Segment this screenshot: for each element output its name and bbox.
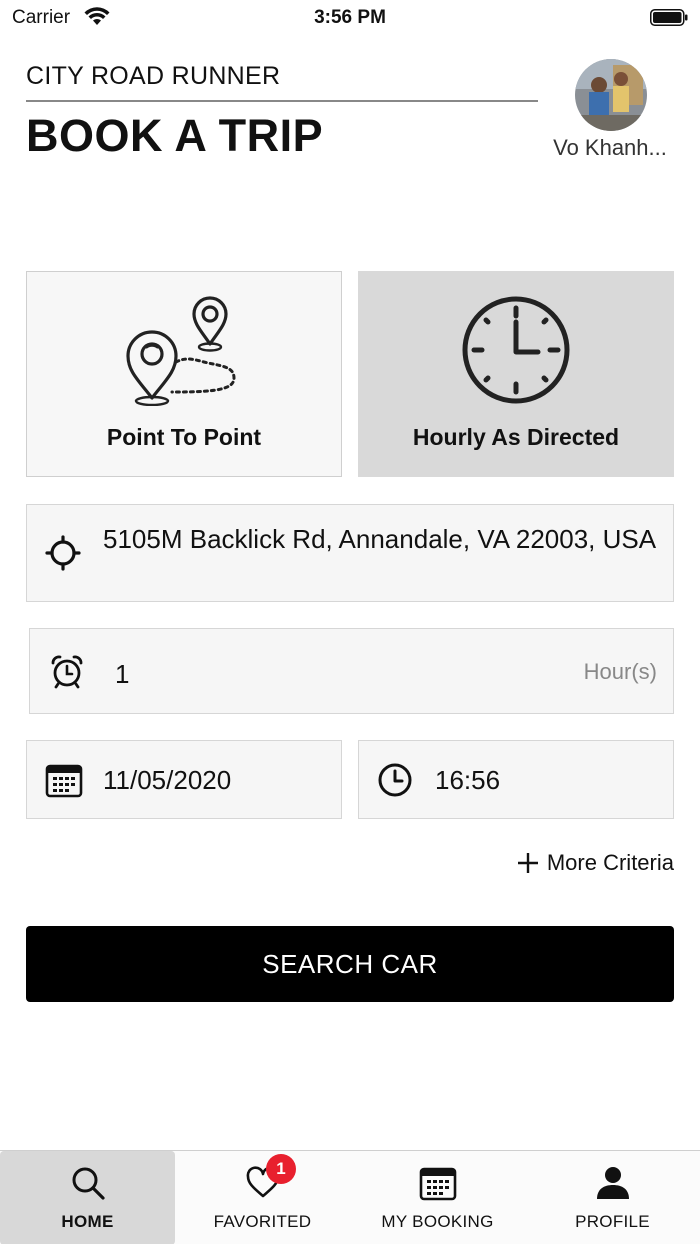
tab-home-label: HOME <box>61 1212 114 1231</box>
crosshair-icon <box>45 535 81 571</box>
date-field[interactable]: 11/05/2020 <box>26 740 342 819</box>
tab-favorited[interactable]: FAVORITED <box>175 1151 350 1244</box>
hours-unit-label: Hour(s) <box>583 659 657 684</box>
tab-bar: HOME FAVORITED MY BOOKING PROFILE <box>0 1150 700 1244</box>
trip-type-hourly-as-directed[interactable]: Hourly As Directed <box>358 271 674 477</box>
brand-name: CITY ROAD RUNNER <box>26 62 281 90</box>
route-pins-icon <box>126 296 236 406</box>
calendar-icon <box>419 1167 456 1201</box>
battery-icon <box>650 9 688 26</box>
tab-my-booking[interactable]: MY BOOKING <box>350 1151 525 1244</box>
time-value: 16:56 <box>435 765 501 795</box>
person-icon <box>596 1167 629 1199</box>
more-criteria-link[interactable]: More Criteria <box>517 850 674 876</box>
time-field[interactable]: 16:56 <box>358 740 674 819</box>
alarm-clock-icon <box>51 655 83 689</box>
tab-favorited-label: FAVORITED <box>213 1212 312 1231</box>
calendar-icon <box>45 764 83 798</box>
trip-type-label: Hourly As Directed <box>412 424 620 450</box>
search-car-button[interactable]: SEARCH CAR <box>26 926 674 1002</box>
page-title: BOOK A TRIP <box>26 110 324 161</box>
status-bar: Carrier 3:56 PM <box>0 0 700 36</box>
plus-icon <box>517 853 538 873</box>
tab-home[interactable]: HOME <box>0 1151 175 1244</box>
brand-divider <box>26 100 538 102</box>
user-name[interactable]: Vo Khanh... <box>540 135 680 161</box>
favorites-count-badge: 1 <box>266 1154 296 1184</box>
tab-my-booking-label: MY BOOKING <box>381 1212 494 1231</box>
clock-icon <box>462 296 570 404</box>
trip-type-point-to-point[interactable]: Point To Point <box>26 271 342 477</box>
date-value: 11/05/2020 <box>103 765 232 795</box>
hours-input[interactable]: 1 Hour(s) <box>29 628 674 714</box>
hours-value: 1 <box>115 659 130 689</box>
avatar[interactable] <box>575 59 647 131</box>
more-criteria-label: More Criteria <box>546 850 674 875</box>
status-time: 3:56 PM <box>314 7 386 28</box>
time-clock-icon <box>378 763 412 797</box>
pickup-address-field[interactable]: 5105M Backlick Rd, Annandale, VA 22003, … <box>26 504 674 602</box>
tab-profile-label: PROFILE <box>575 1212 650 1231</box>
tab-profile[interactable]: PROFILE <box>525 1151 700 1244</box>
pickup-address-value: 5105M Backlick Rd, Annandale, VA 22003, … <box>103 524 657 554</box>
trip-type-label: Point To Point <box>106 424 262 450</box>
search-icon <box>72 1167 105 1200</box>
